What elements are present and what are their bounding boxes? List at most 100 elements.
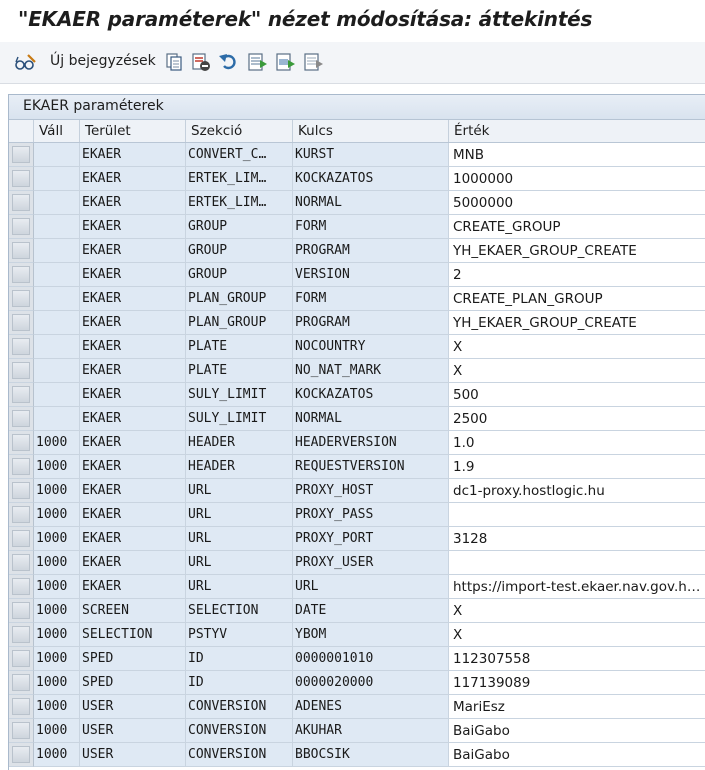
glasses-edit-icon[interactable]: [14, 52, 38, 72]
row-selector[interactable]: [9, 431, 34, 455]
cell-ertek-input[interactable]: 500: [449, 383, 705, 407]
row-selector[interactable]: [9, 743, 34, 767]
column-header-terulet[interactable]: Terület: [80, 120, 186, 142]
cell-ertek-input[interactable]: CREATE_GROUP: [449, 215, 705, 239]
row-selector[interactable]: [9, 623, 34, 647]
row-selector[interactable]: [9, 647, 34, 671]
cell-ertek-input[interactable]: BaiGabo: [449, 719, 705, 743]
row-selector[interactable]: [9, 599, 34, 623]
row-selector[interactable]: [9, 287, 34, 311]
cell-ertek-input[interactable]: 2: [449, 263, 705, 287]
select-block-icon[interactable]: [275, 52, 297, 72]
table-row[interactable]: EKAER ERTEK_LIM… NORMAL 5000000: [9, 191, 705, 215]
row-selector[interactable]: [9, 215, 34, 239]
table-row[interactable]: 1000 EKAER URL PROXY_PORT 3128: [9, 527, 705, 551]
cell-ertek-input[interactable]: MNB: [449, 143, 705, 167]
row-selector[interactable]: [9, 551, 34, 575]
cell-ertek-input[interactable]: dc1-proxy.hostlogic.hu: [449, 479, 705, 503]
table-row[interactable]: 1000 EKAER URL PROXY_HOST dc1-proxy.hostlogi…: [9, 479, 705, 503]
table-row[interactable]: EKAER SULY_LIMIT KOCKAZATOS 500: [9, 383, 705, 407]
cell-ertek-input[interactable]: YH_EKAER_GROUP_CREATE: [449, 239, 705, 263]
row-selector[interactable]: [9, 479, 34, 503]
column-header-vall[interactable]: Váll: [34, 120, 80, 142]
row-selector[interactable]: [9, 695, 34, 719]
new-entries-button[interactable]: Új bejegyzések: [50, 53, 156, 69]
row-selector[interactable]: [9, 455, 34, 479]
table-row[interactable]: 1000 EKAER URL PROXY_PASS: [9, 503, 705, 527]
table-row[interactable]: 1000 USER CONVERSION BBOCSIK BaiGabo: [9, 743, 705, 767]
table-row[interactable]: EKAER CONVERT_C… KURST MNB: [9, 143, 705, 167]
table-row[interactable]: 1000 USER CONVERSION AKUHAR BaiGabo: [9, 719, 705, 743]
cell-ertek-input[interactable]: 1000000: [449, 167, 705, 191]
cell-ertek-input[interactable]: 1.0: [449, 431, 705, 455]
table-row[interactable]: 1000 SPED ID 0000001010 112307558: [9, 647, 705, 671]
row-selector[interactable]: [9, 167, 34, 191]
row-selector[interactable]: [9, 671, 34, 695]
column-header-kulcs[interactable]: Kulcs: [293, 120, 449, 142]
cell-ertek-input[interactable]: YH_EKAER_GROUP_CREATE: [449, 311, 705, 335]
row-selector[interactable]: [9, 527, 34, 551]
table-row[interactable]: EKAER GROUP FORM CREATE_GROUP: [9, 215, 705, 239]
cell-terulet: EKAER: [80, 239, 186, 263]
row-selector[interactable]: [9, 335, 34, 359]
table-row[interactable]: 1000 EKAER URL PROXY_USER: [9, 551, 705, 575]
cell-ertek-input[interactable]: X: [449, 359, 705, 383]
cell-ertek-input[interactable]: 2500: [449, 407, 705, 431]
cell-ertek-input[interactable]: 112307558: [449, 647, 705, 671]
cell-ertek-input[interactable]: BaiGabo: [449, 743, 705, 767]
row-selector[interactable]: [9, 191, 34, 215]
cell-terulet: EKAER: [80, 407, 186, 431]
table-row[interactable]: EKAER GROUP VERSION 2: [9, 263, 705, 287]
cell-szekcio: ID: [186, 671, 293, 695]
table-row[interactable]: EKAER PLATE NO_NAT_MARK X: [9, 359, 705, 383]
table-row[interactable]: 1000 SELECTION PSTYV YBOM X: [9, 623, 705, 647]
table-row[interactable]: 1000 USER CONVERSION ADENES MariEsz: [9, 695, 705, 719]
table-row[interactable]: EKAER PLAN_GROUP FORM CREATE_PLAN_GROUP: [9, 287, 705, 311]
cell-ertek-input[interactable]: https://import-test.ekaer.nav.gov.hu/…: [449, 575, 705, 599]
undo-icon[interactable]: [218, 52, 240, 72]
table-row[interactable]: EKAER PLAN_GROUP PROGRAM YH_EKAER_GROUP_CRE…: [9, 311, 705, 335]
table-row[interactable]: 1000 EKAER URL URL https://import-test.ekaer…: [9, 575, 705, 599]
column-header-szekcio[interactable]: Szekció: [186, 120, 293, 142]
cell-ertek-input[interactable]: X: [449, 599, 705, 623]
table-row[interactable]: EKAER GROUP PROGRAM YH_EKAER_GROUP_CREATE: [9, 239, 705, 263]
table-row[interactable]: 1000 SCREEN SELECTION DATE X: [9, 599, 705, 623]
cell-szekcio: URL: [186, 527, 293, 551]
row-selector[interactable]: [9, 311, 34, 335]
table-row[interactable]: 1000 EKAER HEADER HEADERVERSION 1.0: [9, 431, 705, 455]
row-selector[interactable]: [9, 239, 34, 263]
cell-ertek-input[interactable]: 117139089: [449, 671, 705, 695]
table-row[interactable]: EKAER ERTEK_LIM… KOCKAZATOS 1000000: [9, 167, 705, 191]
delete-icon[interactable]: [191, 52, 211, 72]
column-header-ertek[interactable]: Érték: [449, 120, 705, 142]
cell-ertek-input[interactable]: 3128: [449, 527, 705, 551]
table-row[interactable]: EKAER PLATE NOCOUNTRY X: [9, 335, 705, 359]
row-selector[interactable]: [9, 719, 34, 743]
select-all-header[interactable]: [9, 120, 34, 142]
row-selector[interactable]: [9, 407, 34, 431]
select-all-icon[interactable]: [247, 52, 269, 72]
table-row[interactable]: 1000 EKAER HEADER REQUESTVERSION 1.9: [9, 455, 705, 479]
table-row[interactable]: EKAER SULY_LIMIT NORMAL 2500: [9, 407, 705, 431]
row-selector[interactable]: [9, 575, 34, 599]
cell-ertek-input[interactable]: MariEsz: [449, 695, 705, 719]
row-selector[interactable]: [9, 503, 34, 527]
deselect-all-icon[interactable]: [303, 52, 325, 72]
cell-kulcs: PROXY_PASS: [293, 503, 449, 527]
cell-terulet: EKAER: [80, 359, 186, 383]
row-selector[interactable]: [9, 359, 34, 383]
cell-ertek-input[interactable]: 5000000: [449, 191, 705, 215]
cell-ertek-input[interactable]: [449, 503, 705, 527]
cell-ertek-input[interactable]: [449, 551, 705, 575]
row-selector[interactable]: [9, 143, 34, 167]
cell-ertek-input[interactable]: CREATE_PLAN_GROUP: [449, 287, 705, 311]
cell-ertek-input[interactable]: X: [449, 335, 705, 359]
row-selector[interactable]: [9, 263, 34, 287]
cell-kulcs: PROXY_HOST: [293, 479, 449, 503]
row-selector[interactable]: [9, 383, 34, 407]
copy-icon[interactable]: [164, 52, 184, 72]
cell-ertek-input[interactable]: 1.9: [449, 455, 705, 479]
table-row[interactable]: 1000 SPED ID 0000020000 117139089: [9, 671, 705, 695]
cell-terulet: SPED: [80, 647, 186, 671]
cell-ertek-input[interactable]: X: [449, 623, 705, 647]
